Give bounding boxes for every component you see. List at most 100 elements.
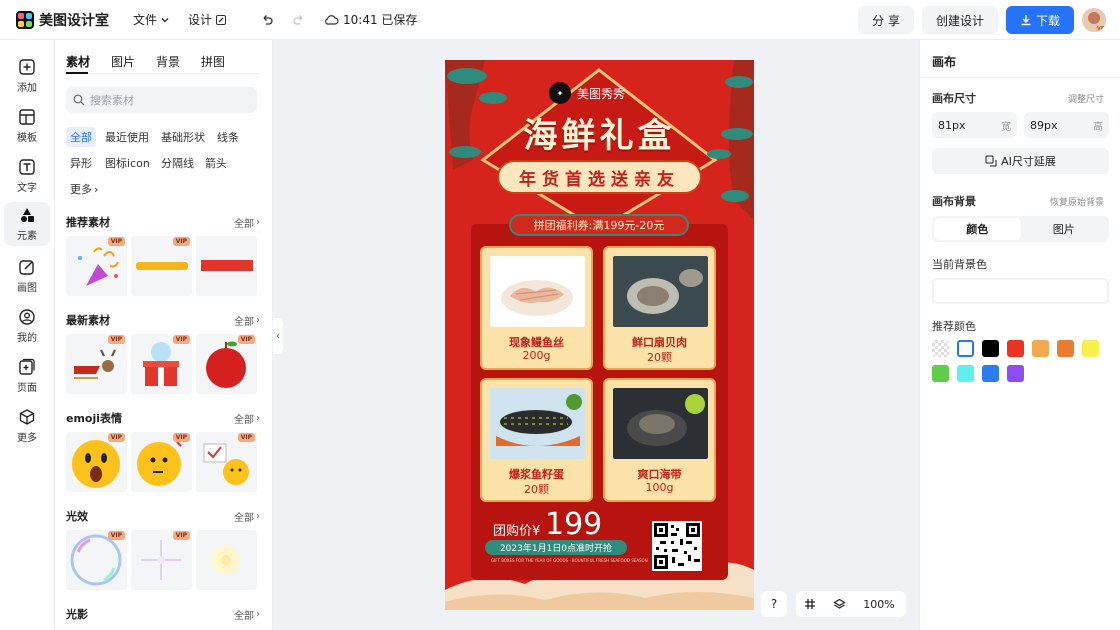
color-swatch[interactable] (932, 365, 949, 382)
material-thumb[interactable]: VIP (66, 432, 127, 492)
tab-collage[interactable]: 拼图 (201, 53, 225, 70)
glow-icon (212, 546, 240, 574)
tab-backgrounds[interactable]: 背景 (156, 53, 180, 70)
rail-item-text[interactable]: 文字 (4, 154, 50, 198)
width-field[interactable]: 81px 宽 (932, 112, 1017, 138)
grid-toggle-button[interactable] (796, 598, 824, 610)
rail-item-mine[interactable]: 我的 (4, 304, 50, 348)
vip-badge: VIP (107, 531, 125, 540)
section-all-link[interactable]: 全部 › (234, 607, 260, 622)
current-bg-color[interactable] (932, 278, 1109, 304)
brand-logo-icon: ✦ (549, 82, 571, 104)
rail-item-draw[interactable]: 画图 (4, 254, 50, 298)
download-icon (1021, 15, 1031, 26)
left-rail: 添加 模板 文字 元素 画图 我的 页面 更多 (0, 40, 55, 630)
color-swatch[interactable] (957, 365, 974, 382)
tab-images[interactable]: 图片 (111, 53, 135, 70)
vip-badge: VIP (107, 335, 125, 344)
canvas-bg-label: 画布背景 (932, 195, 976, 208)
chip-arrows[interactable]: 箭头 (201, 153, 231, 173)
zoom-level[interactable]: 100% (854, 598, 904, 611)
material-thumb[interactable]: VIP (131, 334, 192, 394)
bg-color-tab[interactable]: 颜色 (934, 218, 1021, 240)
tab-divider (66, 73, 259, 74)
resize-link[interactable]: 调整尺寸 (1068, 92, 1104, 105)
material-thumb[interactable] (196, 236, 257, 296)
section-all-link[interactable]: 全部 › (234, 313, 260, 328)
chip-recent[interactable]: 最近使用 (101, 127, 153, 147)
user-avatar[interactable]: VIP (1082, 8, 1106, 32)
chip-icons[interactable]: 图标icon (101, 153, 154, 173)
help-button[interactable]: ? (761, 591, 787, 617)
material-thumb[interactable]: VIP (131, 432, 192, 492)
material-thumb[interactable]: VIP (196, 334, 257, 394)
rail-item-elements[interactable]: 元素 (4, 202, 50, 246)
material-thumb[interactable] (196, 530, 257, 590)
material-thumb[interactable]: VIP (66, 334, 127, 394)
chevron-right-icon: › (94, 182, 99, 196)
product-image (613, 256, 708, 327)
ai-resize-button[interactable]: AI尺寸延展 (932, 148, 1109, 174)
rail-item-template[interactable]: 模板 (4, 104, 50, 148)
poster-canvas[interactable]: ✦ 美图秀秀 海鲜礼盒 年货首选送亲友 现象鳗鱼丝 200g 鲜口扇贝肉 20颗 (445, 60, 754, 610)
cloud-saved-icon (325, 14, 339, 25)
shapes-icon (21, 208, 34, 222)
chip-basic-shapes[interactable]: 基础形状 (157, 127, 209, 147)
material-thumb[interactable]: VIP (196, 432, 257, 492)
color-swatch[interactable] (1007, 365, 1024, 382)
search-input[interactable]: 搜索素材 (66, 87, 257, 113)
create-design-button[interactable]: 创建设计 (921, 6, 998, 34)
color-swatch[interactable] (932, 340, 949, 357)
vip-badge: VIP (172, 531, 190, 540)
color-swatch[interactable] (1057, 340, 1074, 357)
zoom-toolbar: 100% (796, 591, 906, 617)
section-all-link[interactable]: 全部 › (234, 215, 260, 230)
tab-materials[interactable]: 素材 (66, 53, 90, 70)
vip-badge: VIP (107, 433, 125, 442)
bg-image-tab[interactable]: 图片 (1021, 218, 1108, 240)
rail-item-pages[interactable]: 页面 (4, 354, 50, 398)
chip-lines[interactable]: 线条 (213, 127, 243, 147)
rail-item-more[interactable]: 更多 (4, 404, 50, 448)
color-swatch[interactable] (982, 365, 999, 382)
cube-icon (19, 409, 35, 425)
share-button[interactable]: 分 享 (858, 6, 914, 34)
color-swatch[interactable] (1032, 340, 1049, 357)
undo-button[interactable] (257, 10, 277, 30)
product-name: 现象鳗鱼丝 (509, 336, 564, 349)
product-image (490, 256, 585, 327)
chip-all[interactable]: 全部 (66, 127, 96, 147)
poster-brand: ✦ 美图秀秀 (549, 82, 625, 104)
product-qty: 100g (645, 481, 674, 494)
material-thumb[interactable]: VIP (66, 236, 127, 296)
color-swatch[interactable] (1007, 340, 1024, 357)
layers-button[interactable] (824, 598, 854, 611)
color-swatch[interactable] (957, 340, 974, 357)
chip-irregular[interactable]: 异形 (66, 153, 96, 173)
collapse-panel-button[interactable]: ‹ (273, 318, 283, 354)
color-swatch[interactable] (1082, 340, 1099, 357)
color-swatch[interactable] (982, 340, 999, 357)
product-name: 爆浆鱼籽蛋 (509, 468, 564, 481)
material-thumb[interactable]: VIP (131, 236, 192, 296)
file-menu[interactable]: 文件 (133, 11, 170, 28)
chevron-right-icon: › (256, 413, 260, 424)
section-all-link[interactable]: 全部 › (234, 411, 260, 426)
chip-more[interactable]: 更多 › (66, 179, 102, 199)
material-thumb[interactable]: VIP (66, 530, 127, 590)
save-status: 10:41 已保存 (325, 11, 417, 28)
current-bg-label: 当前背景色 (932, 258, 987, 271)
poster-coupon: 拼团福利券:满199元-20元 (509, 214, 689, 236)
redo-button[interactable] (289, 10, 309, 30)
chip-dividers[interactable]: 分隔线 (157, 153, 198, 173)
restore-bg-link[interactable]: 恢复原始背景 (1050, 195, 1104, 208)
product-qty: 20颗 (647, 351, 672, 364)
height-field[interactable]: 89px 高 (1024, 112, 1109, 138)
sale-date: 2023年1月1日0点准时开抢 (485, 540, 627, 555)
download-button[interactable]: 下载 (1005, 6, 1074, 34)
rail-item-add[interactable]: 添加 (4, 54, 50, 98)
section-all-link[interactable]: 全部 › (234, 509, 260, 524)
design-menu[interactable]: 设计 (188, 11, 227, 28)
canvas-workspace[interactable]: ✦ 美图秀秀 海鲜礼盒 年货首选送亲友 现象鳗鱼丝 200g 鲜口扇贝肉 20颗 (273, 40, 919, 630)
material-thumb[interactable]: VIP (131, 530, 192, 590)
